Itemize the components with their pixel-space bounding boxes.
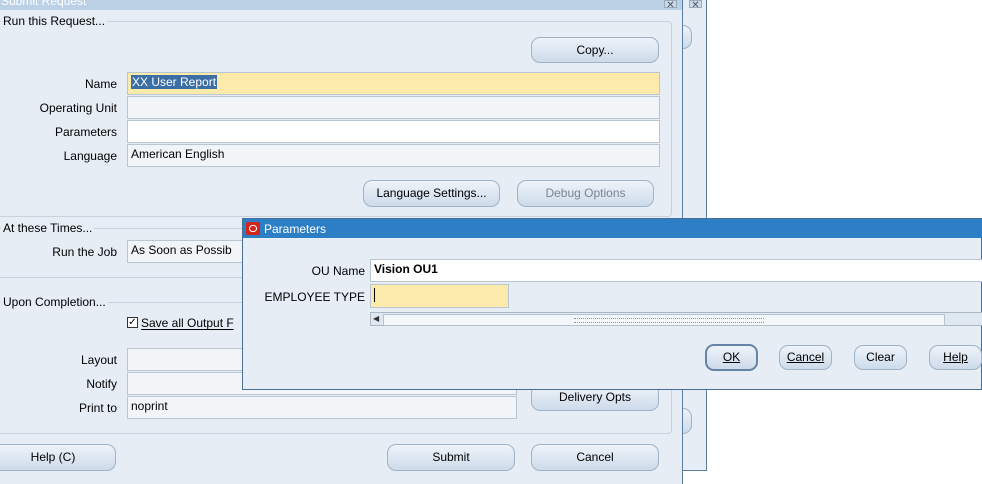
language-settings-button[interactable]: Language Settings... bbox=[363, 180, 500, 207]
language-field[interactable]: American English bbox=[127, 144, 660, 167]
horizontal-scrollbar[interactable]: ◀ bbox=[370, 312, 982, 326]
clear-button-label: Clear bbox=[866, 350, 895, 364]
submit-request-titlebar: Submit Request bbox=[0, 0, 682, 10]
background-window-close-icon[interactable]: ✕ bbox=[689, 0, 702, 11]
name-field[interactable]: XX User Report bbox=[127, 72, 660, 95]
notify-label: Notify bbox=[86, 377, 117, 391]
window-title: Submit Request bbox=[1, 0, 87, 8]
oracle-logo-icon bbox=[246, 222, 260, 235]
ok-button-label: OK bbox=[722, 350, 741, 364]
debug-options-button[interactable]: Debug Options bbox=[517, 180, 654, 207]
ok-button[interactable]: OK bbox=[705, 344, 758, 371]
parameters-dialog-titlebar: Parameters bbox=[243, 219, 982, 238]
parameters-cancel-button[interactable]: Cancel bbox=[779, 345, 832, 370]
name-value: XX User Report bbox=[131, 75, 218, 89]
operating-unit-label: Operating Unit bbox=[39, 101, 117, 115]
name-label: Name bbox=[84, 77, 117, 91]
clear-button[interactable]: Clear bbox=[854, 345, 907, 370]
print-to-label: Print to bbox=[78, 401, 117, 415]
save-output-checkbox[interactable]: ✓ bbox=[127, 317, 138, 328]
submit-button[interactable]: Submit bbox=[387, 444, 515, 471]
parameters-dialog-title: Parameters bbox=[264, 222, 327, 236]
help-button[interactable]: Help (C) bbox=[0, 444, 116, 471]
employee-type-field[interactable] bbox=[370, 284, 509, 308]
copy-button[interactable]: Copy... bbox=[531, 37, 659, 63]
close-icon[interactable]: ✕ bbox=[664, 0, 677, 11]
scrollbar-grip bbox=[574, 318, 764, 323]
run-request-group-label: Run this Request... bbox=[1, 14, 108, 28]
parameters-help-button[interactable]: Help bbox=[929, 345, 982, 370]
language-label: Language bbox=[63, 149, 117, 163]
layout-label: Layout bbox=[80, 353, 117, 367]
times-group-label: At these Times... bbox=[1, 221, 95, 235]
run-job-label: Run the Job bbox=[52, 245, 117, 259]
parameters-cancel-label: Cancel bbox=[786, 350, 825, 364]
ou-name-field[interactable]: Vision OU1 bbox=[370, 259, 982, 282]
cancel-button[interactable]: Cancel bbox=[531, 444, 659, 471]
print-to-field[interactable]: noprint bbox=[127, 396, 517, 419]
parameters-help-label: Help bbox=[943, 350, 968, 364]
ou-name-label: OU Name bbox=[311, 264, 365, 278]
operating-unit-field[interactable] bbox=[127, 96, 660, 119]
parameters-dialog: Parameters OU Name Vision OU1 EMPLOYEE T… bbox=[242, 218, 982, 390]
scrollbar-thumb[interactable] bbox=[383, 314, 945, 326]
parameters-field[interactable] bbox=[127, 120, 660, 143]
completion-group-label: Upon Completion... bbox=[1, 295, 108, 309]
employee-type-label: EMPLOYEE TYPE bbox=[264, 290, 365, 304]
parameters-label: Parameters bbox=[54, 125, 117, 139]
scroll-left-icon[interactable]: ◀ bbox=[373, 314, 379, 323]
save-output-label: Save all Output F bbox=[141, 316, 234, 330]
text-cursor bbox=[374, 287, 375, 302]
